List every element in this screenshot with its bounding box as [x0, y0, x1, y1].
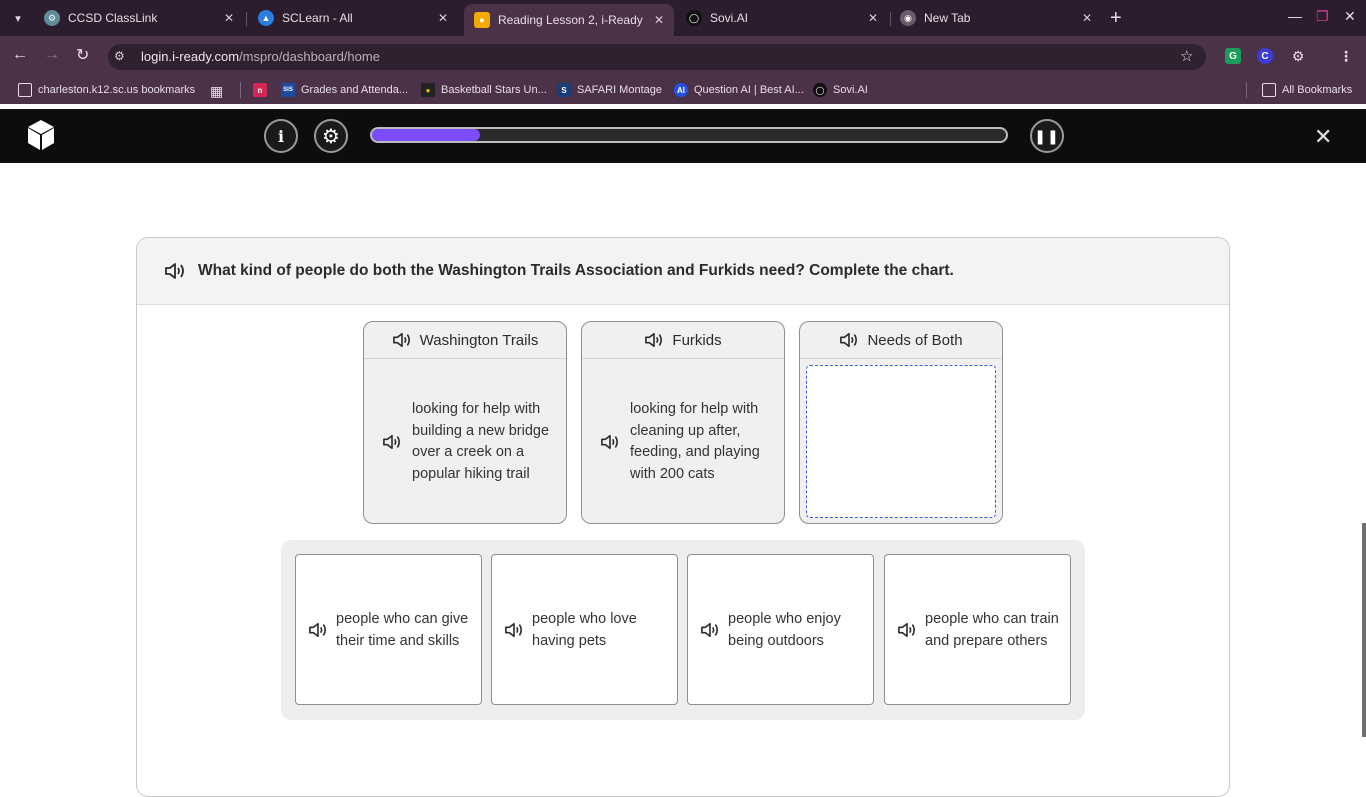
answer-choice[interactable]: people who love having pets: [491, 554, 678, 705]
speaker-icon[interactable]: [308, 621, 328, 639]
column-header-label: Needs of Both: [867, 331, 963, 349]
question-ai-icon: AI: [674, 83, 688, 97]
extension-c-icon[interactable]: C: [1257, 48, 1273, 64]
tab-title: Reading Lesson 2, i-Ready: [498, 13, 643, 27]
url-text[interactable]: login.i-ready.com/mspro/dashboard/home: [141, 49, 380, 64]
new-tab-icon[interactable]: +: [1110, 8, 1122, 28]
bookmark-safari[interactable]: S SAFARI Montage: [557, 83, 662, 97]
column-body: looking for help with cleaning up after,…: [582, 360, 784, 524]
menu-kebab-icon[interactable]: ⋮: [1338, 48, 1354, 64]
bookmark-grades[interactable]: SIS Grades and Attenda...: [281, 83, 408, 97]
bookmark-separator: [1246, 82, 1247, 98]
speaker-icon[interactable]: [644, 331, 664, 349]
minimize-icon[interactable]: —: [1288, 8, 1302, 24]
answer-choice[interactable]: people who can train and prepare others: [884, 554, 1071, 705]
forward-icon[interactable]: →: [44, 46, 60, 64]
site-info-icon[interactable]: ⚙: [114, 49, 125, 63]
all-bookmarks[interactable]: All Bookmarks: [1262, 83, 1352, 97]
settings-button[interactable]: ⚙: [314, 119, 348, 153]
sovi-icon: ◯: [813, 83, 827, 97]
tab-title: CCSD ClassLink: [68, 11, 158, 25]
classlink-icon: ⚙: [44, 10, 60, 26]
close-tab-icon[interactable]: ✕: [1082, 11, 1092, 25]
extensions-puzzle-icon[interactable]: ⚙: [1290, 48, 1306, 64]
answer-choice-text: people who enjoy being outdoors: [728, 610, 841, 649]
pause-icon: ❚❚: [1034, 127, 1060, 144]
drop-zone-needs-of-both[interactable]: [806, 365, 996, 518]
sovi-icon: ◯: [686, 10, 702, 26]
close-window-icon[interactable]: ✕: [1344, 8, 1356, 25]
tab-reading-lesson[interactable]: ● Reading Lesson 2, i-Ready ✕: [464, 4, 674, 36]
basketball-icon: ●: [421, 83, 435, 97]
folder-icon: [18, 83, 32, 97]
column-header-label: Washington Trails: [419, 331, 539, 349]
bookmark-charleston[interactable]: charleston.k12.sc.us bookmarks: [18, 83, 195, 97]
bookmark-star-icon[interactable]: ☆: [1180, 47, 1193, 65]
column-header: Washington Trails: [364, 322, 566, 359]
tab-ccsd-classlink[interactable]: ⚙ CCSD ClassLink ✕: [36, 4, 244, 32]
close-tab-icon[interactable]: ✕: [438, 11, 448, 25]
column-header-label: Furkids: [672, 331, 722, 349]
answer-choice-text: people who can give their time and skill…: [336, 610, 469, 649]
column-body: looking for help with building a new bri…: [364, 360, 566, 524]
speaker-icon[interactable]: [897, 621, 917, 639]
column-body-text: looking for help with building a new bri…: [412, 401, 550, 482]
column-header: Furkids: [582, 322, 784, 359]
red-n-icon: n: [253, 83, 267, 97]
bookmark-question-ai[interactable]: AI Question AI | Best AI...: [674, 83, 804, 97]
bookmark-red[interactable]: n: [253, 83, 273, 97]
info-icon: i: [277, 126, 285, 146]
apps-grid-icon[interactable]: ▦: [210, 83, 223, 100]
restore-icon[interactable]: ❐: [1316, 8, 1329, 25]
iready-icon: ●: [474, 12, 490, 28]
column-body-text: looking for help with cleaning up after,…: [630, 401, 760, 482]
gear-icon: ⚙: [322, 125, 340, 148]
info-button[interactable]: i: [264, 119, 298, 153]
tab-title: Sovi.AI: [710, 11, 749, 25]
answer-choice-text: people who can train and prepare others: [925, 610, 1059, 649]
tab-sclearn[interactable]: ▲ SCLearn - All ✕: [250, 4, 458, 32]
page-scrollbar[interactable]: [1362, 523, 1366, 737]
extension-g-icon[interactable]: G: [1225, 48, 1241, 64]
close-tab-icon[interactable]: ✕: [654, 13, 664, 27]
tab-title: New Tab: [924, 11, 971, 25]
safari-montage-icon: S: [557, 83, 571, 97]
bookmark-basketball[interactable]: ● Basketball Stars Un...: [421, 83, 547, 97]
tab-title: SCLearn - All: [282, 11, 353, 25]
back-icon[interactable]: ←: [12, 46, 28, 64]
tab-sovi-ai[interactable]: ◯ Sovi.AI ✕: [678, 4, 888, 32]
sis-icon: SIS: [281, 83, 295, 97]
folder-icon: [1262, 83, 1276, 97]
answer-choice[interactable]: people who enjoy being outdoors: [687, 554, 874, 705]
tab-separator: [890, 12, 891, 26]
tab-new-tab[interactable]: ◉ New Tab ✕: [894, 4, 1102, 32]
tab-separator: [246, 12, 247, 26]
speaker-icon[interactable]: [504, 621, 524, 639]
close-tab-icon[interactable]: ✕: [224, 11, 234, 25]
speaker-icon[interactable]: [392, 331, 412, 349]
speaker-icon[interactable]: [839, 331, 859, 349]
bookmark-separator: [240, 82, 241, 98]
answer-choice[interactable]: people who can give their time and skill…: [295, 554, 482, 705]
speaker-icon[interactable]: [382, 433, 402, 451]
column-furkids: Furkids looking for help with cleaning u…: [581, 321, 785, 524]
sclearn-icon: ▲: [258, 10, 274, 26]
bookmark-sovi[interactable]: ◯ Sovi.AI: [813, 83, 868, 97]
close-tab-icon[interactable]: ✕: [868, 11, 878, 25]
speaker-icon[interactable]: [600, 433, 620, 451]
lesson-progress-bar: [370, 127, 1008, 143]
speaker-icon[interactable]: [700, 621, 720, 639]
column-washington-trails: Washington Trails looking for help with …: [363, 321, 567, 524]
column-header: Needs of Both: [800, 322, 1002, 359]
answer-choice-text: people who love having pets: [532, 610, 637, 649]
close-lesson-icon[interactable]: ✕: [1314, 124, 1332, 150]
progress-fill: [372, 129, 480, 141]
tab-search-icon[interactable]: ▾: [8, 9, 28, 27]
chrome-icon: ◉: [900, 10, 916, 26]
question-text: What kind of people do both the Washingt…: [198, 262, 954, 279]
iready-cube-logo: [28, 120, 54, 150]
reload-icon[interactable]: ↻: [76, 45, 89, 65]
pause-button[interactable]: ❚❚: [1030, 119, 1064, 153]
speaker-icon[interactable]: [164, 261, 186, 281]
